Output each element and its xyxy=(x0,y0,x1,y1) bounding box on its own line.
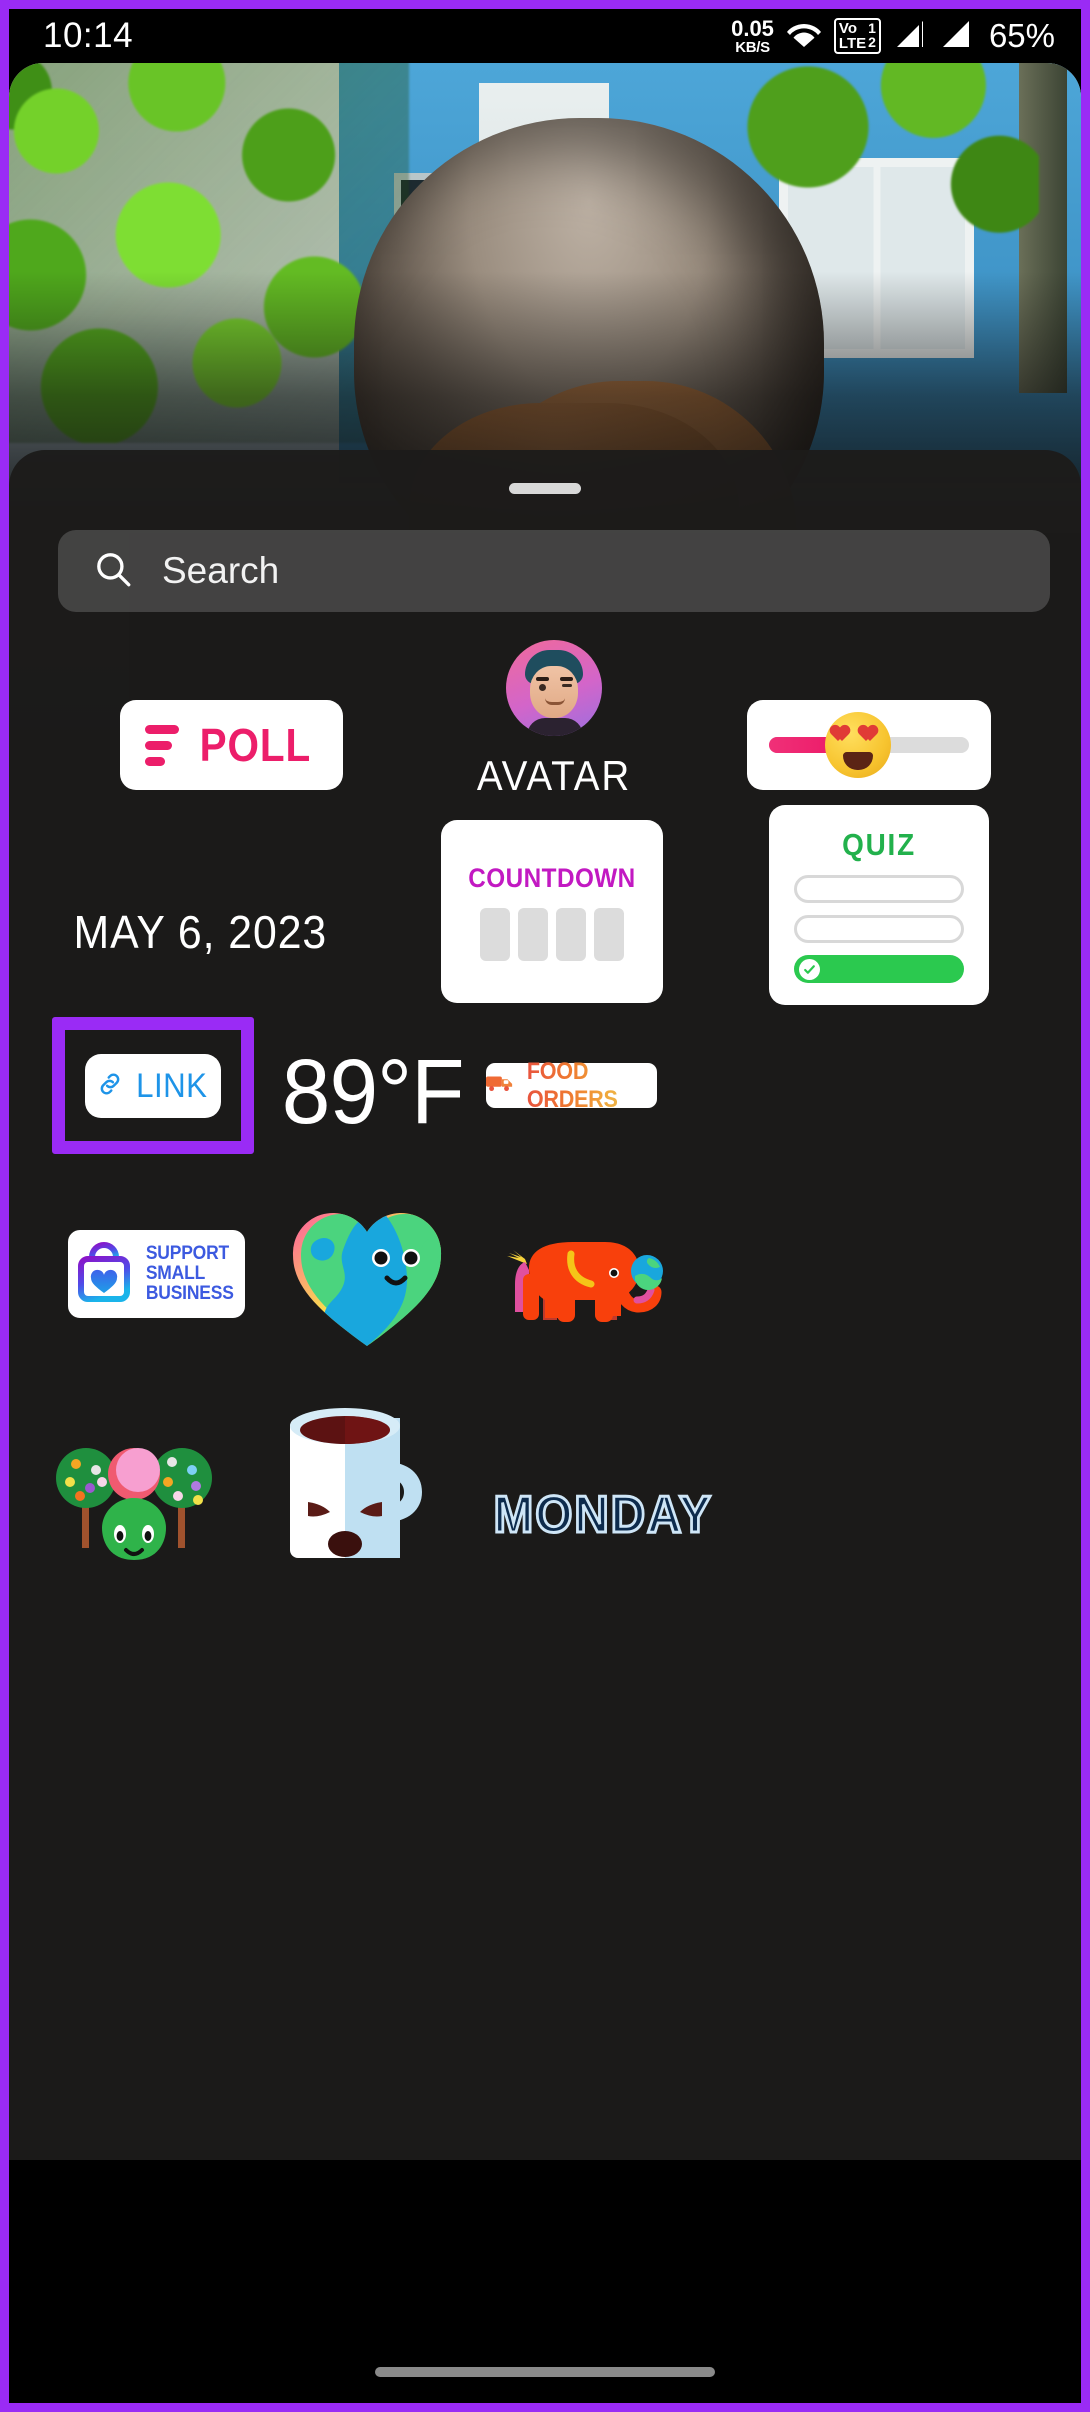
heart-eyes-emoji-icon xyxy=(825,712,891,778)
sticker-ssb-text: SUPPORT SMALL BUSINESS xyxy=(146,1244,234,1303)
shopping-bag-heart-icon xyxy=(76,1241,132,1308)
sticker-earth-heart[interactable] xyxy=(287,1200,447,1350)
sticker-poll-label: POLL xyxy=(199,719,311,771)
sticker-tray: Search POLL AVATAR MAY 6, 2023 COUNTDOWN… xyxy=(9,450,1081,2160)
network-speed-unit: KB/S xyxy=(735,38,770,56)
signal-bars-icon-sim1 xyxy=(893,19,927,54)
poll-bars-icon xyxy=(144,724,179,766)
network-speed-indicator: 0.05 KB/S xyxy=(731,15,774,56)
quiz-option-3-correct xyxy=(794,955,964,983)
sticker-temperature[interactable]: 89°F xyxy=(282,1040,465,1145)
bottom-nav-area xyxy=(9,2160,1081,2403)
sticker-food-orders-label: FOOD ORDERS xyxy=(527,1058,650,1114)
countdown-digit-boxes xyxy=(480,907,624,961)
quiz-option-1 xyxy=(794,875,964,903)
coffee-mug-sticker xyxy=(290,1408,422,1558)
volte-primary-label: Vo xyxy=(838,20,857,37)
wifi-icon xyxy=(786,20,822,53)
sticker-emoji-slider[interactable] xyxy=(747,700,991,790)
check-icon xyxy=(799,958,820,980)
status-clock: 10:14 xyxy=(43,16,134,55)
trees-bush-sticker xyxy=(56,1448,212,1560)
network-speed-value: 0.05 xyxy=(731,15,774,41)
sticker-food-orders[interactable]: FOOD ORDERS xyxy=(486,1058,657,1113)
sticker-support-small-business[interactable]: SUPPORT SMALL BUSINESS xyxy=(68,1230,245,1318)
sticker-avatar[interactable]: AVATAR xyxy=(469,640,639,800)
search-placeholder: Search xyxy=(162,550,280,591)
sticker-link[interactable]: LINK xyxy=(85,1054,221,1118)
ssb-line-3: BUSINESS xyxy=(145,1282,234,1304)
sticker-elephant[interactable] xyxy=(499,1218,679,1338)
search-icon xyxy=(92,548,134,595)
avatar-memoji-icon xyxy=(506,640,602,736)
home-gesture-bar[interactable] xyxy=(375,2367,715,2377)
ssb-line-1: SUPPORT xyxy=(145,1243,229,1265)
phone-screen: 10:14 0.05 KB/S Vo LTE 1 2 65% Search PO… xyxy=(0,0,1090,2412)
sticker-monday[interactable]: MONDAY xyxy=(492,1485,713,1546)
status-bar: 10:14 0.05 KB/S Vo LTE 1 2 65% xyxy=(9,9,1081,63)
sticker-countdown-label: COUNTDOWN xyxy=(468,862,636,893)
earth-heart-sticker xyxy=(292,1212,442,1346)
quiz-option-2 xyxy=(794,915,964,943)
sim1-label: 1 xyxy=(868,20,876,36)
volte-indicator: Vo LTE 1 2 xyxy=(833,18,881,54)
sticker-countdown[interactable]: COUNTDOWN xyxy=(441,820,663,1003)
sim2-label: 2 xyxy=(868,34,876,50)
sticker-date[interactable]: MAY 6, 2023 xyxy=(74,905,328,959)
signal-bars-icon-sim2 xyxy=(939,19,973,54)
sticker-coffee-mug[interactable] xyxy=(274,1408,439,1568)
search-input[interactable]: Search xyxy=(58,530,1050,612)
delivery-truck-icon xyxy=(486,1073,514,1098)
elephant-globe-sticker xyxy=(507,1242,663,1322)
status-icons: 0.05 KB/S Vo LTE 1 2 65% xyxy=(731,17,1055,55)
chain-link-icon xyxy=(96,1070,124,1103)
sticker-trees[interactable] xyxy=(54,1430,214,1560)
sticker-link-label: LINK xyxy=(135,1066,208,1105)
volte-secondary-label: LTE xyxy=(838,35,867,52)
drag-handle[interactable] xyxy=(509,483,581,494)
sticker-poll[interactable]: POLL xyxy=(120,700,343,790)
battery-percent: 65% xyxy=(988,17,1055,54)
sticker-quiz[interactable]: QUIZ xyxy=(769,805,989,1005)
sticker-avatar-label: AVATAR xyxy=(476,752,632,799)
ssb-line-2: SMALL xyxy=(145,1263,205,1285)
sticker-quiz-label: QUIZ xyxy=(842,827,916,862)
